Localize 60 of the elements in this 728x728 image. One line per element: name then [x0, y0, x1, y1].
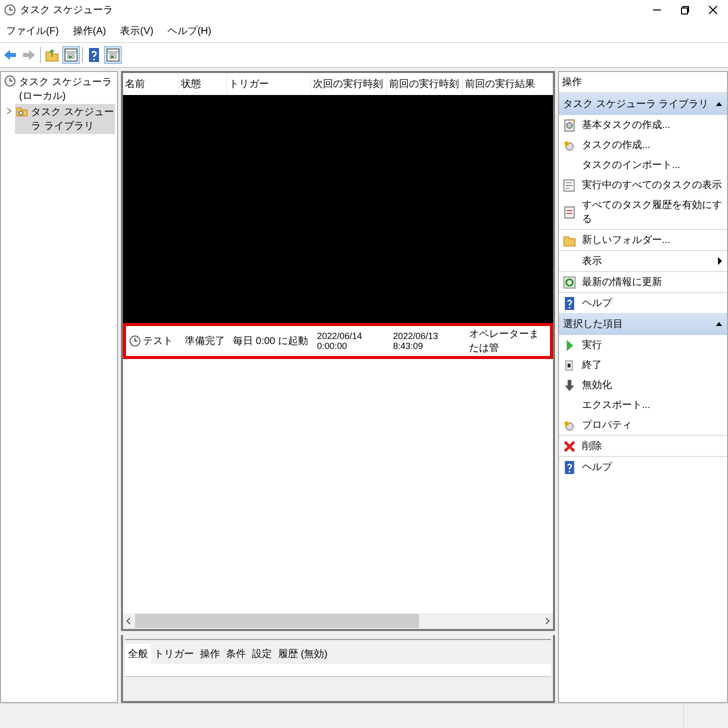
down-arrow-icon: [563, 378, 576, 392]
action-link[interactable]: 最新の情報に更新: [582, 275, 723, 289]
action-link[interactable]: プロパティ: [582, 418, 723, 432]
action-link[interactable]: ヘルプ: [582, 460, 723, 474]
scroll-left-icon[interactable]: [125, 617, 133, 625]
action-link[interactable]: タスクのインポート...: [582, 158, 723, 172]
table-cell-text: オペレーターまたは管: [469, 328, 540, 355]
action-link[interactable]: 削除: [582, 439, 723, 453]
action-link[interactable]: すべてのタスク履歴を有効にする: [582, 198, 723, 226]
tab[interactable]: 全般: [125, 644, 151, 664]
menu-item[interactable]: ヘルプ(H): [165, 23, 214, 39]
document-icon: [563, 206, 576, 218]
clock-icon: [4, 4, 16, 16]
table-cell-text: 毎日 0:00 に起動: [233, 334, 308, 348]
table-cell-text: 2022/06/14 0:00:00: [317, 331, 364, 351]
action-link[interactable]: 実行中のすべてのタスクの表示: [582, 178, 723, 192]
refresh-icon: [563, 276, 576, 288]
help-icon: [563, 460, 576, 474]
menu-item[interactable]: 表示(V): [118, 23, 156, 39]
scrollbar-thumb[interactable]: [135, 614, 420, 628]
tree-item[interactable]: タスク スケジューラ ライブラリ: [15, 104, 115, 134]
clock-icon: [129, 335, 141, 347]
stop-icon: [563, 358, 576, 372]
menu-item[interactable]: 操作(A): [70, 23, 108, 39]
action-link[interactable]: 新しいフォルダー...: [582, 233, 723, 247]
help-icon[interactable]: [86, 47, 102, 63]
table-cell-text: テスト: [143, 335, 173, 348]
back-arrow-icon[interactable]: [2, 47, 18, 63]
panel-icon[interactable]: [105, 47, 121, 63]
action-link[interactable]: 表示: [582, 254, 711, 268]
expand-icon[interactable]: [5, 107, 13, 115]
action-link[interactable]: 無効化: [582, 378, 723, 392]
action-link[interactable]: ヘルプ: [582, 296, 723, 310]
tree-item[interactable]: タスク スケジューラ (ローカル): [3, 74, 115, 104]
pane-title: 操作: [562, 76, 582, 89]
table-cell-text: 2022/06/13 8:43:09: [393, 331, 440, 351]
section-header[interactable]: 選択した項目: [559, 313, 727, 335]
panel-icon[interactable]: [63, 47, 79, 63]
section-header[interactable]: タスク スケジューラ ライブラリ: [559, 93, 727, 115]
restore-icon[interactable]: [680, 5, 690, 15]
action-link[interactable]: エクスポート...: [582, 398, 723, 412]
action-link[interactable]: 終了: [582, 358, 723, 372]
action-link[interactable]: 実行: [582, 338, 723, 352]
folder-icon: [16, 105, 28, 117]
scroll-right-icon[interactable]: [543, 617, 551, 625]
folder-icon: [563, 234, 576, 246]
action-link[interactable]: タスクの作成...: [582, 138, 723, 152]
help-icon: [563, 296, 576, 310]
table-cell-text: 準備完了: [185, 334, 225, 348]
window-title: タスク スケジューラ: [20, 4, 114, 17]
action-link[interactable]: 基本タスクの作成...: [582, 118, 723, 132]
task-wizard-icon: [563, 118, 576, 132]
folder-icon[interactable]: [44, 47, 60, 63]
clock-icon: [563, 418, 576, 432]
list-icon: [563, 178, 576, 192]
delete-icon: [563, 440, 576, 452]
close-icon[interactable]: [708, 5, 718, 15]
clock-icon: [4, 75, 16, 87]
menu-item[interactable]: ファイル(F): [4, 23, 61, 39]
clock-icon: [563, 138, 576, 152]
